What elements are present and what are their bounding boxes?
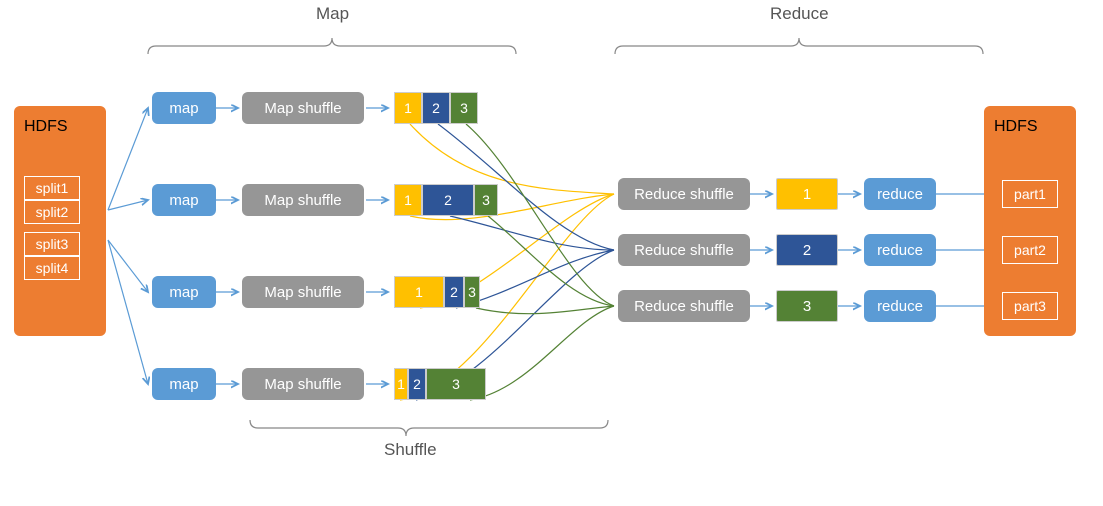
- partition-segment: 1: [394, 92, 422, 124]
- partition-segment: 2: [422, 184, 474, 216]
- partition-segment: 1: [394, 368, 408, 400]
- reduce-shuffle-task: Reduce shuffle: [618, 178, 750, 210]
- map-task: map: [152, 276, 216, 308]
- partition-segment: 2: [444, 276, 464, 308]
- part-item: part2: [1002, 236, 1058, 264]
- partition-segment: 3: [450, 92, 478, 124]
- reduce-task: reduce: [864, 178, 936, 210]
- map-task: map: [152, 92, 216, 124]
- map-task: map: [152, 368, 216, 400]
- map-shuffle-task: Map shuffle: [242, 92, 364, 124]
- map-shuffle-task: Map shuffle: [242, 184, 364, 216]
- partition-segment: 3: [474, 184, 498, 216]
- split-item: split4: [24, 256, 80, 280]
- part-item: part3: [1002, 292, 1058, 320]
- partition-segment: 2: [408, 368, 426, 400]
- partition-segment: 3: [426, 368, 486, 400]
- part-item: part1: [1002, 180, 1058, 208]
- reduce-partition: 1: [776, 178, 838, 210]
- reduce-task: reduce: [864, 290, 936, 322]
- map-shuffle-task: Map shuffle: [242, 368, 364, 400]
- shuffle-section-label: Shuffle: [384, 440, 437, 460]
- hdfs-input-block: HDFS split1 split2 split3 split4: [14, 106, 106, 336]
- split-item: split3: [24, 232, 80, 256]
- reduce-shuffle-task: Reduce shuffle: [618, 234, 750, 266]
- reduce-shuffle-task: Reduce shuffle: [618, 290, 750, 322]
- split-item: split2: [24, 200, 80, 224]
- hdfs-output-title: HDFS: [994, 118, 1038, 136]
- hdfs-input-title: HDFS: [24, 118, 68, 136]
- reduce-partition: 2: [776, 234, 838, 266]
- reduce-section-label: Reduce: [770, 4, 829, 24]
- map-shuffle-task: Map shuffle: [242, 276, 364, 308]
- partition-segment: 2: [422, 92, 450, 124]
- connector-lines: [0, 0, 1103, 506]
- partition-segment: 1: [394, 276, 444, 308]
- partition-segment: 3: [464, 276, 480, 308]
- partition-segment: 1: [394, 184, 422, 216]
- reduce-task: reduce: [864, 234, 936, 266]
- split-item: split1: [24, 176, 80, 200]
- map-task: map: [152, 184, 216, 216]
- map-section-label: Map: [316, 4, 349, 24]
- reduce-partition: 3: [776, 290, 838, 322]
- hdfs-output-block: HDFS part1 part2 part3: [984, 106, 1076, 336]
